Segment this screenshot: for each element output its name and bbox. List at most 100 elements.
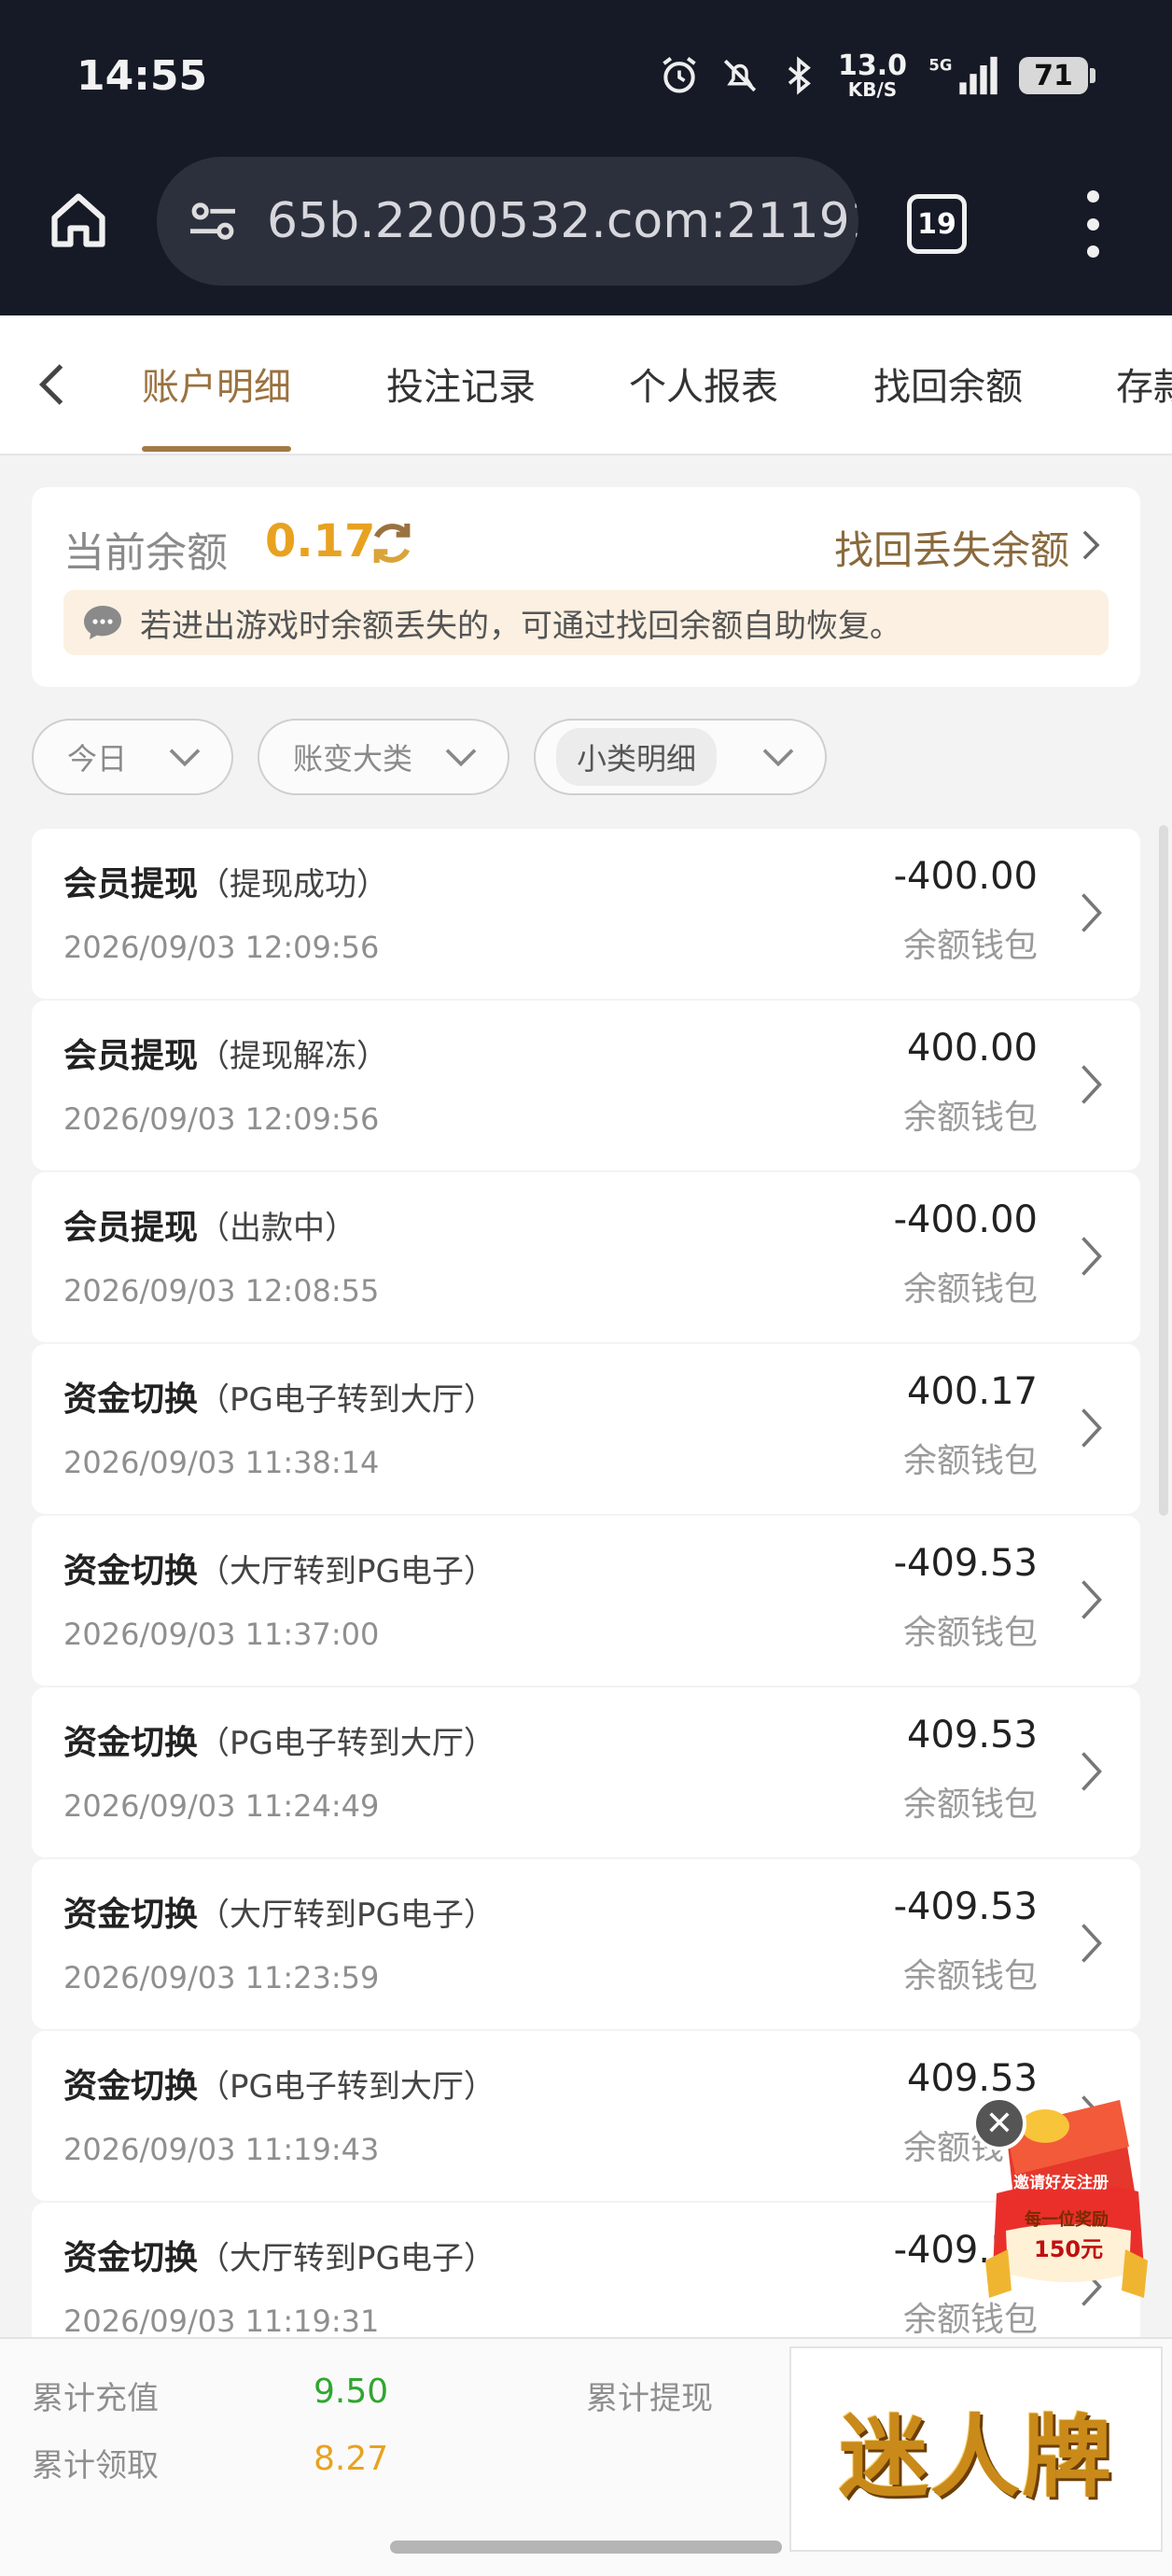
- record-time: 2026/09/03 11:37:00: [63, 1617, 380, 1652]
- url-text[interactable]: 65b.2200532.com:21191: [267, 193, 858, 249]
- record-amount: -400.00: [893, 1198, 1038, 1241]
- bluetooth-icon: [788, 56, 811, 95]
- close-icon[interactable]: ✕: [972, 2096, 1026, 2150]
- record-amount: -409.53: [893, 1885, 1038, 1928]
- record-type: 资金切换: [63, 2239, 199, 2277]
- tab-personal-report[interactable]: 个人报表: [629, 357, 778, 411]
- record-detail: （出款中）: [198, 1210, 357, 1247]
- record-wallet: 余额钱包: [902, 1270, 1038, 1309]
- chevron-right-icon: [1081, 893, 1102, 932]
- record-detail: （PG电子转到大厅）: [198, 2068, 495, 2106]
- record-type: 资金切换: [63, 1380, 199, 1419]
- total-received-label: 累计领取: [32, 2447, 159, 2485]
- record-time: 2026/09/03 11:38:14: [63, 1445, 380, 1480]
- record-row[interactable]: 资金切换（大厅转到PG电子） 2026/09/03 11:23:59 -409.…: [32, 1859, 1140, 2029]
- total-received-value: 8.27: [314, 2440, 389, 2478]
- record-detail: （提现解冻）: [198, 1038, 389, 1075]
- category-filter-label: 账变大类: [293, 741, 413, 777]
- record-type: 资金切换: [63, 1552, 199, 1590]
- refresh-icon[interactable]: [366, 517, 418, 569]
- record-row[interactable]: 会员提现（提现解冻） 2026/09/03 12:09:56 400.00 余额…: [32, 1001, 1140, 1170]
- record-detail: （大厅转到PG电子）: [198, 2240, 495, 2277]
- chevron-right-icon[interactable]: [1075, 526, 1107, 564]
- subcategory-filter-dropdown[interactable]: 小类明细: [534, 719, 827, 795]
- alarm-icon: [663, 57, 696, 93]
- record-row[interactable]: 会员提现（出款中） 2026/09/03 12:08:55 -400.00 余额…: [32, 1172, 1140, 1342]
- record-wallet: 余额钱包: [902, 1614, 1038, 1652]
- record-time: 2026/09/03 11:24:49: [63, 1788, 380, 1824]
- record-row[interactable]: 会员提现（提现成功） 2026/09/03 12:09:56 -400.00 余…: [32, 829, 1140, 999]
- record-type: 资金切换: [63, 1896, 199, 1934]
- status-bar: 14:55 13.0 KB/S 5G 71: [0, 0, 1172, 140]
- battery-indicator: 71: [1019, 57, 1095, 94]
- record-detail: （大厅转到PG电子）: [198, 1553, 495, 1590]
- brand-logo: 迷人牌: [789, 2346, 1163, 2552]
- promo-amount-text: 150元: [1034, 2236, 1104, 2262]
- date-filter-dropdown[interactable]: 今日: [32, 719, 233, 795]
- category-filter-dropdown[interactable]: 账变大类: [258, 719, 509, 795]
- balance-value: 0.17: [265, 515, 376, 567]
- record-row[interactable]: 资金切换（大厅转到PG电子） 2026/09/03 11:37:00 -409.…: [32, 1516, 1140, 1686]
- status-time: 14:55: [77, 52, 208, 100]
- tab-navigation: 账户明细 投注记录 个人报表 找回余额 存款: [0, 315, 1172, 455]
- chevron-down-icon: [169, 749, 201, 767]
- subcategory-filter-label: 小类明细: [556, 728, 718, 786]
- home-icon[interactable]: [47, 189, 110, 252]
- balance-label: 当前余额: [63, 529, 228, 577]
- tab-deposit[interactable]: 存款: [1116, 357, 1172, 411]
- tab-recover-balance[interactable]: 找回余额: [873, 357, 1023, 411]
- scrollbar[interactable]: [1159, 825, 1168, 1516]
- record-type: 资金切换: [63, 1724, 199, 1762]
- overflow-menu-icon[interactable]: [1079, 190, 1107, 258]
- chevron-right-icon: [1081, 1408, 1102, 1448]
- record-type: 会员提现: [63, 1209, 199, 1247]
- record-type: 会员提现: [63, 865, 199, 903]
- record-detail: （PG电子转到大厅）: [198, 1381, 495, 1419]
- record-amount: -409.53: [893, 1542, 1038, 1585]
- record-wallet: 余额钱包: [902, 1785, 1038, 1824]
- record-time: 2026/09/03 12:09:56: [63, 1101, 380, 1137]
- total-recharge-value: 9.50: [314, 2373, 389, 2411]
- record-time: 2026/09/03 12:08:55: [63, 1273, 380, 1309]
- record-row[interactable]: 资金切换（PG电子转到大厅） 2026/09/03 11:24:49 409.5…: [32, 1687, 1140, 1857]
- status-icons: 13.0 KB/S 5G 71: [659, 49, 1095, 101]
- record-detail: （大厅转到PG电子）: [198, 1897, 495, 1934]
- record-wallet: 余额钱包: [902, 1957, 1038, 1995]
- record-amount: 409.53: [907, 1714, 1038, 1757]
- chevron-right-icon: [1081, 1065, 1102, 1104]
- signal-5g-icon: 5G: [928, 57, 998, 95]
- tab-switcher-button[interactable]: 19: [907, 194, 967, 254]
- record-type: 会员提现: [63, 1037, 199, 1075]
- address-bar[interactable]: 65b.2200532.com:21191: [157, 157, 858, 286]
- chevron-right-icon: [1081, 1580, 1102, 1619]
- record-wallet: 余额钱包: [902, 1442, 1038, 1480]
- recover-lost-balance-link[interactable]: 找回丢失余额: [834, 519, 1069, 576]
- record-wallet: 余额钱包: [902, 1099, 1038, 1137]
- browser-toolbar: 65b.2200532.com:21191 19: [0, 140, 1172, 315]
- record-amount: -400.00: [893, 855, 1038, 898]
- record-row[interactable]: 资金切换（PG电子转到大厅） 2026/09/03 11:38:14 400.1…: [32, 1344, 1140, 1514]
- record-time: 2026/09/03 11:23:59: [63, 1960, 380, 1995]
- brand-logo-text: 迷人牌: [839, 2403, 1113, 2510]
- date-filter-label: 今日: [67, 741, 128, 777]
- recover-notice: 若进出游戏时余额丢失的，可通过找回余额自助恢复。: [63, 590, 1109, 655]
- record-time: 2026/09/03 11:19:43: [63, 2132, 380, 2167]
- record-detail: （PG电子转到大厅）: [198, 1725, 495, 1762]
- chevron-right-icon: [1081, 1752, 1102, 1791]
- chat-bubble-icon: [84, 606, 121, 639]
- record-amount: 400.17: [907, 1370, 1038, 1413]
- site-settings-icon[interactable]: [183, 191, 243, 251]
- back-chevron-icon[interactable]: [26, 357, 82, 413]
- tab-bet-records[interactable]: 投注记录: [386, 357, 536, 411]
- promo-invite-text: 邀请好友注册: [1013, 2174, 1109, 2192]
- gesture-home-indicator[interactable]: [390, 2541, 782, 2554]
- record-time: 2026/09/03 11:19:31: [63, 2303, 380, 2339]
- record-amount: 400.00: [907, 1027, 1038, 1070]
- network-speed: 13.0 KB/S: [837, 49, 907, 101]
- balance-card: 当前余额 0.17 找回丢失余额 若进出游戏时余额丢失的，可通过找回余额自助恢复…: [32, 487, 1140, 687]
- chevron-down-icon: [445, 749, 477, 767]
- chevron-down-icon: [762, 749, 794, 767]
- tab-account-details[interactable]: 账户明细: [142, 357, 291, 411]
- chevron-right-icon: [1081, 1237, 1102, 1276]
- total-withdraw-label: 累计提现: [586, 2380, 713, 2417]
